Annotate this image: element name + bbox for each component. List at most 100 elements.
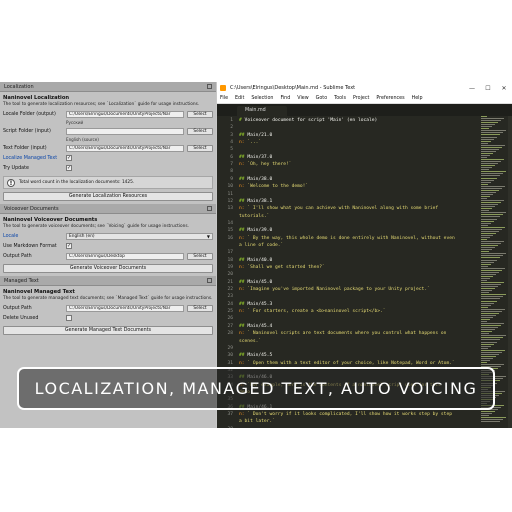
minimap-line	[481, 118, 504, 120]
line-number: 12	[227, 198, 233, 204]
minimap-line	[481, 259, 497, 261]
minimap-line	[481, 419, 503, 421]
locale-dropdown[interactable]: English (en) ▼	[66, 232, 213, 240]
generate-localization-button[interactable]: Generate Localization Resources	[3, 192, 213, 201]
heading-text: Main/45.3	[244, 301, 273, 307]
line-number: 11	[227, 191, 233, 197]
try-update-checkbox[interactable]: ✓	[66, 165, 72, 171]
minimap-line	[481, 355, 496, 357]
mt-output-select-button[interactable]: Select	[187, 304, 213, 312]
minimap-line	[481, 310, 502, 312]
code-line: ## Main/45.5	[239, 353, 272, 358]
minimap-line	[481, 132, 503, 134]
menu-view[interactable]: View	[297, 96, 308, 101]
code-line: n: `Shall we get started then?`	[239, 265, 325, 270]
code-line: n: `Oh, hey there!`	[239, 162, 292, 167]
line-number: 21	[227, 279, 233, 285]
minimap-line	[481, 263, 491, 265]
delete-unused-checkbox[interactable]	[66, 315, 72, 321]
minimap-line	[481, 362, 487, 363]
vertical-scrollbar[interactable]	[508, 116, 512, 428]
script-folder-select-button[interactable]: Select	[187, 127, 213, 135]
markdown-checkbox[interactable]: ✓	[66, 243, 72, 249]
menu-project[interactable]: Project	[353, 96, 369, 101]
minimize-button[interactable]: —	[464, 85, 480, 92]
line-number: 17	[227, 250, 233, 256]
menu-goto[interactable]: Goto	[316, 96, 327, 101]
line-number: 4	[230, 140, 233, 146]
menu-preferences[interactable]: Preferences	[376, 96, 404, 101]
dialogue-text: tutorials.`	[239, 213, 270, 219]
panel-menu-icon[interactable]	[207, 84, 212, 89]
locale-folder-label: Locale Folder (output)	[3, 111, 56, 117]
tab-label: Localization	[4, 84, 34, 90]
minimap-line	[481, 124, 495, 126]
minimap-line	[481, 325, 501, 327]
localize-managed-checkbox[interactable]: ✓	[66, 155, 72, 161]
mt-output-field[interactable]: C:/Users/Elringus/Documents/UnityProject…	[66, 304, 184, 312]
minimap-line	[481, 222, 491, 224]
minimap-line	[481, 175, 500, 177]
code-line: ## Main/38.1	[239, 199, 272, 204]
menu-tools[interactable]: Tools	[334, 96, 346, 101]
line-number: 9	[230, 176, 233, 182]
line-number: 6	[230, 154, 233, 160]
panel-menu-icon[interactable]	[207, 206, 212, 211]
menu-edit[interactable]: Edit	[235, 96, 244, 101]
locale-folder-field[interactable]: C:/Users/Elringus/Documents/UnityProject…	[66, 110, 184, 118]
minimap-line	[481, 130, 506, 132]
generate-voiceover-button[interactable]: Generate Voiceover Documents	[3, 264, 213, 273]
minimap-line	[481, 349, 505, 351]
line-number: 25	[227, 309, 233, 315]
code-line: n: `Welcome to the demo!`	[239, 184, 308, 189]
maximize-button[interactable]: ☐	[480, 85, 496, 92]
line-number: 13	[227, 206, 233, 212]
minimap-line	[481, 171, 506, 173]
menu-file[interactable]: File	[220, 96, 228, 101]
minimap-line	[481, 173, 503, 175]
panel-menu-icon[interactable]	[207, 278, 212, 283]
minimap-line	[481, 232, 496, 234]
minimap-line	[481, 288, 495, 290]
generate-managed-text-button[interactable]: Generate Managed Text Documents	[3, 326, 213, 335]
minimap-line	[481, 214, 503, 216]
line-number: 16	[227, 235, 233, 241]
menu-selection[interactable]: Selection	[251, 96, 273, 101]
minimap-line	[481, 294, 506, 296]
tab-voiceover[interactable]: Voiceover Documents	[0, 204, 216, 214]
code-line: n: ` By the way, this whole demo is done…	[239, 236, 455, 241]
minimap-line	[481, 343, 494, 345]
menu-find[interactable]: Find	[280, 96, 290, 101]
text-folder-field[interactable]: C:/Users/Elringus/Documents/UnityProject…	[66, 144, 184, 152]
output-path-select-button[interactable]: Select	[187, 252, 213, 260]
minimap-line	[481, 198, 487, 199]
minimap-line	[481, 161, 501, 163]
minimap-line	[481, 165, 495, 167]
code-line: ## Main/45.0	[239, 280, 272, 285]
code-line: a bit later.`	[239, 419, 275, 424]
minimap-line	[481, 245, 498, 247]
script-folder-field[interactable]	[66, 127, 184, 135]
close-button[interactable]: ✕	[496, 85, 512, 92]
tab-localization[interactable]: Localization	[0, 82, 216, 92]
dialogue-text: `...`	[247, 140, 262, 146]
minimap-line	[481, 286, 498, 288]
tab-main-md[interactable]: Main.md	[237, 106, 287, 116]
locale-folder-select-button[interactable]: Select	[187, 110, 213, 118]
minimap-line	[481, 351, 502, 353]
minimap-line	[481, 150, 496, 152]
tab-managed-text[interactable]: Managed Text	[0, 276, 216, 286]
output-path-field[interactable]: C:/Users/Elringus/Desktop	[66, 252, 184, 260]
chevron-down-icon: ▼	[206, 233, 210, 239]
minimap-line	[481, 181, 491, 183]
menu-help[interactable]: Help	[412, 96, 423, 101]
minimap-line	[481, 128, 489, 130]
try-update-label: Try Update	[3, 165, 29, 171]
line-number: 26	[227, 316, 233, 322]
minimap-line	[481, 167, 492, 169]
heading-text: Main/39.0	[244, 228, 273, 234]
minimap-line	[481, 146, 502, 148]
text-folder-select-button[interactable]: Select	[187, 144, 213, 152]
minimap-line	[481, 195, 490, 197]
line-number: 28	[227, 331, 233, 337]
